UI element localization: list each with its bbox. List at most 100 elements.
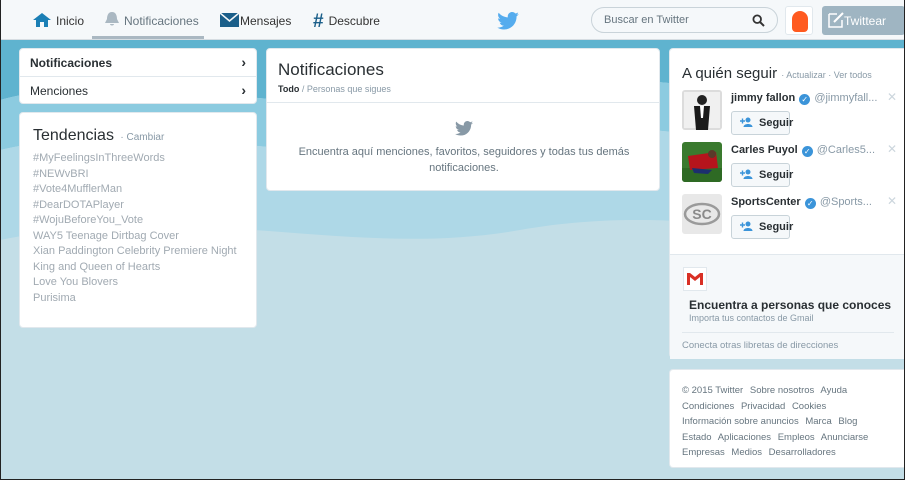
footer-link[interactable]: Estado [682, 432, 712, 443]
nav-notifications[interactable]: Notificaciones [105, 8, 199, 34]
top-navigation-bar: Inicio Notificaciones Mensajes # Descubr… [0, 0, 905, 40]
hashtag-icon: # [313, 10, 324, 32]
divider [267, 102, 659, 103]
tweet-button[interactable]: Twittear [822, 6, 905, 35]
svg-text:SC: SC [692, 206, 711, 222]
footer-link[interactable]: Desarrolladores [769, 447, 836, 458]
compose-tweet-icon [828, 12, 844, 31]
follow-button[interactable]: Seguir [731, 111, 794, 135]
menu-item-notifications-label: Notificaciones [30, 55, 113, 70]
notifications-menu: Notificaciones › Menciones › [19, 48, 257, 104]
trend-item[interactable]: #MyFeelingsInThreeWords [33, 151, 256, 167]
trend-item[interactable]: WAY5 Teenage Dirtbag Cover [33, 229, 256, 245]
user-avatar[interactable] [785, 6, 813, 35]
footer-link[interactable]: Ayuda [820, 385, 847, 396]
avatar-egg-icon [792, 11, 808, 32]
verified-badge-icon: ✓ [804, 198, 816, 209]
menu-item-mentions[interactable]: Menciones › [20, 77, 256, 104]
footer-link[interactable]: Blog [838, 416, 857, 427]
nav-notifications-label: Notificaciones [124, 14, 199, 28]
filter-following[interactable]: Personas que sigues [307, 84, 391, 94]
page-title: Notificaciones [278, 60, 384, 79]
nav-discover-label: Descubre [328, 14, 380, 28]
user-handle: @Carles5... [816, 144, 876, 156]
follow-button[interactable]: Seguir [731, 215, 794, 239]
home-icon [33, 12, 51, 30]
who-to-follow-links[interactable]: · Actualizar · Ver todos [781, 70, 872, 80]
empty-state-message: Encuentra aquí menciones, favoritos, seg… [287, 144, 641, 176]
footer-link[interactable]: Medios [731, 447, 762, 458]
nav-messages-label: Mensajes [240, 14, 292, 28]
user-name-line[interactable]: Carles Puyol ✓ @Carles5... [731, 144, 875, 157]
user-name: SportsCenter [731, 196, 801, 208]
footer-link[interactable]: Anunciarse [821, 432, 869, 443]
suggested-user: Carles Puyol ✓ @Carles5... ✕ Seguir [682, 142, 902, 194]
other-address-books-link[interactable]: Conecta otras libretas de direcciones [682, 340, 838, 351]
empty-state-line: notificaciones. [429, 162, 499, 174]
divider [682, 332, 894, 333]
verified-badge-icon: ✓ [799, 94, 811, 105]
footer-link[interactable]: Marca [805, 416, 831, 427]
search-box[interactable]: Buscar en Twitter [591, 7, 778, 33]
footer-link[interactable]: Empresas [682, 447, 725, 458]
who-to-follow-module: A quién seguir · Actualizar · Ver todos … [669, 48, 905, 359]
footer-link[interactable]: Privacidad [741, 401, 785, 412]
footer-link[interactable]: Información sobre anuncios [682, 416, 799, 427]
dismiss-icon[interactable]: ✕ [887, 142, 897, 156]
import-contacts-section: Encuentra a personas que conoces Importa… [670, 254, 905, 359]
trends-header: Tendencias · Cambiar [33, 127, 256, 145]
footer-link[interactable]: Sobre nosotros [750, 385, 814, 396]
avatar[interactable]: SC [682, 194, 722, 234]
import-contacts-title[interactable]: Encuentra a personas que conoces [689, 298, 891, 312]
avatar[interactable] [682, 90, 722, 130]
add-user-icon [740, 169, 753, 182]
footer-link[interactable]: Condiciones [682, 401, 734, 412]
follow-button-label: Seguir [759, 117, 794, 129]
notifications-filter: Todo / Personas que sigues [278, 84, 391, 94]
trend-item[interactable]: Love You Blovers [33, 275, 256, 291]
footer-line: Información sobre anuncios Marca Blog [682, 414, 905, 430]
trends-title: Tendencias [33, 127, 114, 144]
gmail-icon[interactable] [683, 267, 707, 291]
trend-item[interactable]: King and Queen of Hearts [33, 260, 256, 276]
user-handle: @jimmyfall... [814, 92, 878, 104]
footer-line: © 2015 Twitter Sobre nosotros Ayuda [682, 383, 905, 399]
footer-line: Estado Aplicaciones Empleos Anunciarse [682, 430, 905, 446]
envelope-icon [219, 11, 240, 30]
follow-button-label: Seguir [759, 169, 794, 181]
who-to-follow-header: A quién seguir · Actualizar · Ver todos [682, 65, 872, 82]
filter-separator: / [299, 84, 307, 94]
footer-link[interactable]: Empleos [778, 432, 815, 443]
footer-line: Empresas Medios Desarrolladores [682, 445, 905, 461]
trends-change-link[interactable]: · Cambiar [120, 132, 164, 143]
nav-messages[interactable]: Mensajes [219, 8, 292, 34]
footer-link[interactable]: Aplicaciones [718, 432, 771, 443]
filter-all[interactable]: Todo [278, 84, 299, 94]
suggested-user: jimmy fallon ✓ @jimmyfall... ✕ Seguir [682, 90, 902, 142]
trend-item[interactable]: #DearDOTAPlayer [33, 198, 256, 214]
search-input[interactable]: Buscar en Twitter [604, 14, 689, 26]
trend-list: #MyFeelingsInThreeWords #NEWvBRI #Vote4M… [33, 151, 256, 306]
user-name-line[interactable]: jimmy fallon ✓ @jimmyfall... [731, 92, 877, 105]
trend-item[interactable]: Purisima [33, 291, 256, 307]
menu-item-notifications[interactable]: Notificaciones › [20, 49, 256, 76]
user-name-line[interactable]: SportsCenter ✓ @Sports... [731, 196, 872, 209]
footer-link[interactable]: Cookies [792, 401, 826, 412]
trend-item[interactable]: #WojuBeforeYou_Vote [33, 213, 256, 229]
follow-button[interactable]: Seguir [731, 163, 794, 187]
nav-discover[interactable]: # Descubre [313, 8, 380, 34]
twitter-bird-icon [455, 121, 473, 139]
user-name: Carles Puyol [731, 144, 798, 156]
twitter-bird-logo[interactable] [497, 12, 519, 33]
dismiss-icon[interactable]: ✕ [887, 90, 897, 104]
notifications-panel: Notificaciones Todo / Personas que sigue… [266, 48, 660, 191]
dismiss-icon[interactable]: ✕ [887, 194, 897, 208]
trend-item[interactable]: #NEWvBRI [33, 167, 256, 183]
avatar[interactable] [682, 142, 722, 182]
trend-item[interactable]: #Vote4MufflerMan [33, 182, 256, 198]
menu-item-mentions-label: Menciones [30, 83, 89, 98]
trend-item[interactable]: Xian Paddington Celebrity Premiere Night [33, 244, 256, 260]
nav-home[interactable]: Inicio [33, 8, 84, 34]
search-icon[interactable] [752, 14, 765, 30]
follow-button-label: Seguir [759, 221, 794, 233]
